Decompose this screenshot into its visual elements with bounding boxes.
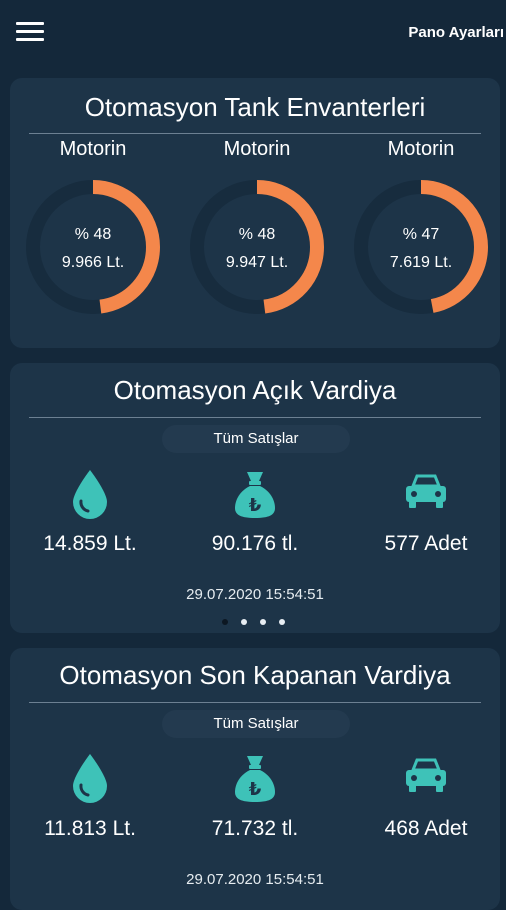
car-icon (346, 468, 506, 520)
tank-percent: % 47 (402, 226, 440, 243)
divider (29, 417, 481, 418)
tank-inventory-card: Otomasyon Tank Envanterleri Motorin % 48… (10, 78, 500, 348)
liters-value: 14.859 Lt. (43, 532, 137, 555)
tank-percent: % 48 (238, 226, 276, 243)
tank-gauge-1: Motorin % 48 9.966 Lt. (23, 78, 163, 338)
liters-value: 11.813 Lt. (44, 817, 136, 840)
fuel-drop-icon (10, 752, 170, 804)
open-shift-title: Otomasyon Açık Vardiya (113, 375, 397, 405)
page-indicator[interactable] (222, 619, 292, 629)
page-dot[interactable] (260, 619, 266, 625)
app-bar: Pano Ayarları (0, 0, 506, 68)
closed-shift-card[interactable]: Otomasyon Son Kapanan Vardiya Tüm Satışl… (10, 648, 500, 910)
svg-text:₺: ₺ (249, 495, 262, 516)
car-icon (346, 752, 506, 804)
tank-volume: 9.947 Lt. (225, 254, 289, 271)
tank-level-ring (190, 180, 324, 314)
fuel-drop-icon (10, 468, 170, 520)
open-shift-card[interactable]: Otomasyon Açık Vardiya Tüm Satışlar 14.8… (10, 363, 500, 633)
tank-volume: 9.966 Lt. (61, 254, 125, 271)
money-bag-lira-icon: ₺ (175, 752, 335, 804)
tank-level-ring (26, 180, 160, 314)
closed-shift-title: Otomasyon Son Kapanan Vardiya (59, 660, 451, 690)
tank-fuel-label: Motorin (59, 138, 127, 160)
amount-value: 90.176 tl. (211, 532, 299, 555)
shift-timestamp: 29.07.2020 15:54:51 (186, 586, 324, 603)
svg-text:₺: ₺ (249, 779, 262, 800)
tank-fuel-label: Motorin (223, 138, 291, 160)
tank-volume: 7.619 Lt. (389, 254, 453, 271)
amount-value: 71.732 tl. (211, 817, 299, 840)
page-dot[interactable] (279, 619, 285, 625)
sales-filter-pill[interactable]: Tüm Satışlar (162, 425, 350, 453)
tank-fuel-label: Motorin (387, 138, 455, 160)
shift-timestamp: 29.07.2020 15:54:51 (186, 871, 324, 888)
dashboard-settings-link[interactable]: Pano Ayarları (408, 24, 504, 41)
sales-filter-pill[interactable]: Tüm Satışlar (162, 710, 350, 738)
page-dot[interactable] (241, 619, 247, 625)
tank-gauge-3: Motorin % 47 7.619 Lt. (351, 78, 491, 338)
vehicles-value: 577 Adet (384, 532, 468, 555)
tank-level-ring (354, 180, 488, 314)
hamburger-menu-icon[interactable] (16, 22, 44, 46)
money-bag-lira-icon: ₺ (175, 468, 335, 520)
divider (29, 702, 481, 703)
page-dot[interactable] (222, 619, 228, 625)
tank-gauge-2: Motorin % 48 9.947 Lt. (187, 78, 327, 338)
tank-percent: % 48 (74, 226, 112, 243)
vehicles-value: 468 Adet (384, 817, 468, 840)
